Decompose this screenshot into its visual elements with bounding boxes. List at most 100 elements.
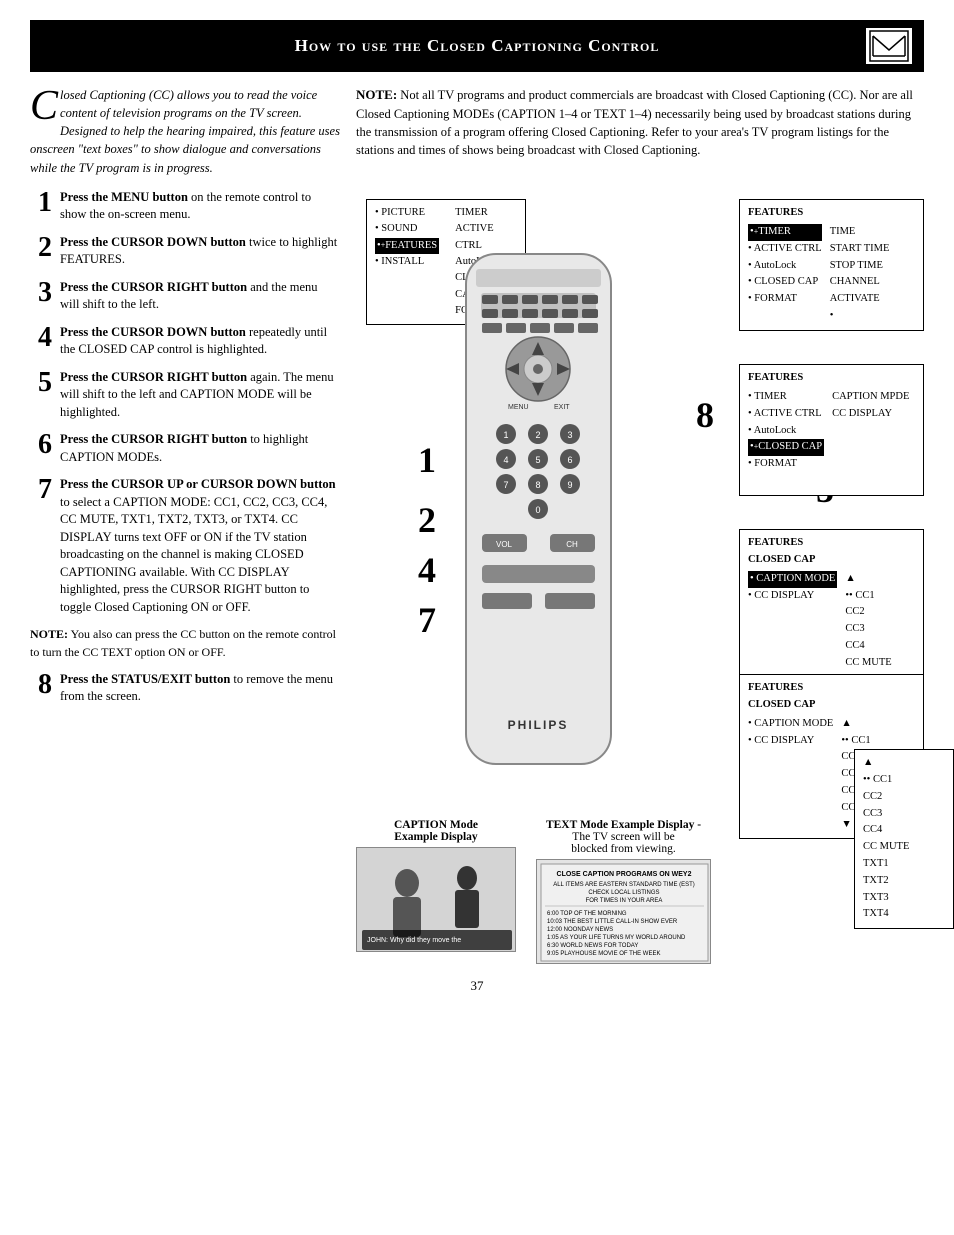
- menu3-cc3: CC3: [845, 621, 891, 638]
- caption-mode-label: CAPTION Mode Example Display: [394, 819, 478, 843]
- page-header: How to use the Closed Captioning Control: [30, 20, 924, 72]
- txt-txt4: TXT4: [863, 906, 945, 923]
- step-8: 8 Press the STATUS/EXIT button to remove…: [30, 671, 340, 706]
- svg-text:ALL ITEMS ARE EASTERN STANDARD: ALL ITEMS ARE EASTERN STANDARD TIME (EST…: [553, 882, 695, 888]
- menu-item-features-highlighted: •+FEATURES: [375, 238, 439, 254]
- menu2-caption-mode: CAPTION MPDE: [832, 389, 909, 406]
- left-column: Closed Captioning (CC) allows you to rea…: [30, 86, 340, 964]
- svg-text:CLOSE CAPTION PROGRAMS ON WEY2: CLOSE CAPTION PROGRAMS ON WEY2: [557, 871, 692, 878]
- svg-text:2: 2: [535, 430, 540, 440]
- step-number-4-large: 4: [418, 549, 436, 591]
- caption-mode-label2: Example Display: [394, 831, 477, 843]
- menu1-time: TIME: [830, 224, 890, 241]
- txt-cc3: CC3: [863, 806, 945, 823]
- svg-text:6:30 WORLD NEWS FOR TODAY: 6:30 WORLD NEWS FOR TODAY: [547, 943, 638, 949]
- menu1-bullet: •: [830, 308, 890, 325]
- svg-text:EXIT: EXIT: [554, 404, 570, 411]
- menu1-activate: ACTIVATE: [830, 291, 890, 308]
- menu1-content: •+TIMER • ACTIVE CTRL • AutoLock • CLOSE…: [748, 224, 915, 325]
- menu-timer: TIMER: [455, 205, 517, 221]
- step-3-text: Press the CURSOR RIGHT button and the me…: [60, 279, 340, 314]
- menu2-content: • TIMER • ACTIVE CTRL • AutoLock •+CLOSE…: [748, 389, 915, 490]
- remote-svg: MENU EXIT 1 2 3 4 5: [446, 249, 631, 769]
- menu2-closed-cap-highlighted: •+CLOSED CAP: [748, 439, 824, 456]
- menu3-right: ▲ •• CC1 CC2 CC3 CC4 CC MUTE ▼: [845, 571, 891, 689]
- main-menu-left: • PICTURE • SOUND •+FEATURES • INSTALL: [375, 205, 439, 319]
- step-6-number: 6: [30, 431, 52, 459]
- txt-txt3: TXT3: [863, 890, 945, 907]
- menu-item-picture: • PICTURE: [375, 205, 439, 221]
- step-2: 2 Press the CURSOR DOWN button twice to …: [30, 234, 340, 269]
- step-1-number: 1: [30, 189, 52, 217]
- menu4-cc-display: • CC DISPLAY: [748, 733, 833, 750]
- step-3-bold: Press the CURSOR RIGHT button: [60, 280, 247, 294]
- menu2-title: FEATURES: [748, 370, 915, 387]
- step-2-text: Press the CURSOR DOWN button twice to hi…: [60, 234, 340, 269]
- menu3-content: • CAPTION MODE • CC DISPLAY ▲ •• CC1 CC2…: [748, 571, 915, 689]
- text-mode-label2: The TV screen will beblocked from viewin…: [571, 831, 675, 855]
- svg-text:3: 3: [567, 430, 572, 440]
- step-7: 7 Press the CURSOR UP or CURSOR DOWN but…: [30, 476, 340, 616]
- menu1-title: FEATURES: [748, 205, 915, 222]
- intro-text: losed Captioning (CC) allows you to read…: [30, 88, 340, 175]
- drop-cap: C: [30, 90, 58, 124]
- step-7-number: 7: [30, 476, 52, 504]
- page-number: 37: [30, 978, 924, 994]
- step-number-2-large: 2: [418, 499, 436, 541]
- menu2-left: • TIMER • ACTIVE CTRL • AutoLock •+CLOSE…: [748, 389, 824, 490]
- step-5-bold: Press the CURSOR RIGHT button: [60, 370, 247, 384]
- step-2-number: 2: [30, 234, 52, 262]
- note-top: NOTE: Not all TV programs and product co…: [356, 86, 924, 159]
- svg-text:VOL: VOL: [496, 540, 513, 549]
- menu4-cc1: •• CC1: [841, 733, 887, 750]
- note-bottom-label: NOTE:: [30, 627, 68, 641]
- step-4-number: 4: [30, 324, 52, 352]
- txt-tri-up: ▲: [863, 755, 945, 772]
- caption-examples-section: CAPTION Mode Example Display: [356, 819, 924, 964]
- svg-text:PHILIPS: PHILIPS: [508, 718, 569, 732]
- note-bottom: NOTE: You also can press the CC button o…: [30, 626, 340, 661]
- text-mode-image: CLOSE CAPTION PROGRAMS ON WEY2 ALL ITEMS…: [536, 859, 711, 964]
- page: How to use the Closed Captioning Control…: [0, 0, 954, 1235]
- remote-menus-area: • PICTURE • SOUND •+FEATURES • INSTALL T…: [356, 169, 924, 809]
- step-7-bold: Press the CURSOR UP or CURSOR DOWN butto…: [60, 477, 336, 491]
- note-top-label: NOTE:: [356, 87, 397, 102]
- page-title: How to use the Closed Captioning Control: [88, 36, 866, 56]
- menu-item-sound: • SOUND: [375, 221, 439, 237]
- menu1-timer-highlighted: •+TIMER: [748, 224, 822, 241]
- step-8-text: Press the STATUS/EXIT button to remove t…: [60, 671, 340, 706]
- menu2-active-ctrl: • ACTIVE CTRL: [748, 406, 824, 423]
- menu1-closed-cap: • CLOSED CAP: [748, 274, 822, 291]
- menu2-empty: [748, 473, 824, 490]
- menu4-title: FEATURESCLOSED CAP: [748, 680, 915, 714]
- step-6: 6 Press the CURSOR RIGHT button to highl…: [30, 431, 340, 466]
- menu1-empty: [748, 308, 822, 325]
- menu2-right: CAPTION MPDE CC DISPLAY: [832, 389, 909, 490]
- svg-text:12:00 NOONDAY NEWS: 12:00 NOONDAY NEWS: [547, 927, 613, 933]
- menu1-start-time: START TIME: [830, 241, 890, 258]
- step-4-text: Press the CURSOR DOWN button repeatedly …: [60, 324, 340, 359]
- svg-text:6: 6: [567, 455, 572, 465]
- step-3: 3 Press the CURSOR RIGHT button and the …: [30, 279, 340, 314]
- svg-text:CHECK LOCAL LISTINGS: CHECK LOCAL LISTINGS: [588, 890, 659, 896]
- menu3-cc2: CC2: [845, 604, 891, 621]
- features-menu-2: FEATURES • TIMER • ACTIVE CTRL • AutoLoc…: [739, 364, 924, 496]
- step-number-1-large: 1: [418, 439, 436, 481]
- remote-control: MENU EXIT 1 2 3 4 5: [446, 249, 631, 773]
- step-1-bold: Press the MENU button: [60, 190, 188, 204]
- svg-text:1: 1: [503, 430, 508, 440]
- menu1-active-ctrl: • ACTIVE CTRL: [748, 241, 822, 258]
- menu4-caption: • CAPTION MODE: [748, 716, 833, 733]
- note-bottom-text: You also can press the CC button on the …: [30, 627, 336, 658]
- menu3-tri-up: ▲: [845, 571, 891, 588]
- step-8-bold: Press the STATUS/EXIT button: [60, 672, 230, 686]
- right-column: NOTE: Not all TV programs and product co…: [356, 86, 924, 964]
- menu2-timer: • TIMER: [748, 389, 824, 406]
- txt-txt1: TXT1: [863, 856, 945, 873]
- svg-text:5: 5: [535, 455, 540, 465]
- menu3-title: FEATURESCLOSED CAP: [748, 535, 915, 569]
- menu3-cc4: CC4: [845, 638, 891, 655]
- features-menu-3: FEATURESCLOSED CAP • CAPTION MODE • CC D…: [739, 529, 924, 694]
- main-content: Closed Captioning (CC) allows you to rea…: [30, 86, 924, 964]
- svg-text:6:00 TOP OF THE MORNING: 6:00 TOP OF THE MORNING: [547, 911, 627, 917]
